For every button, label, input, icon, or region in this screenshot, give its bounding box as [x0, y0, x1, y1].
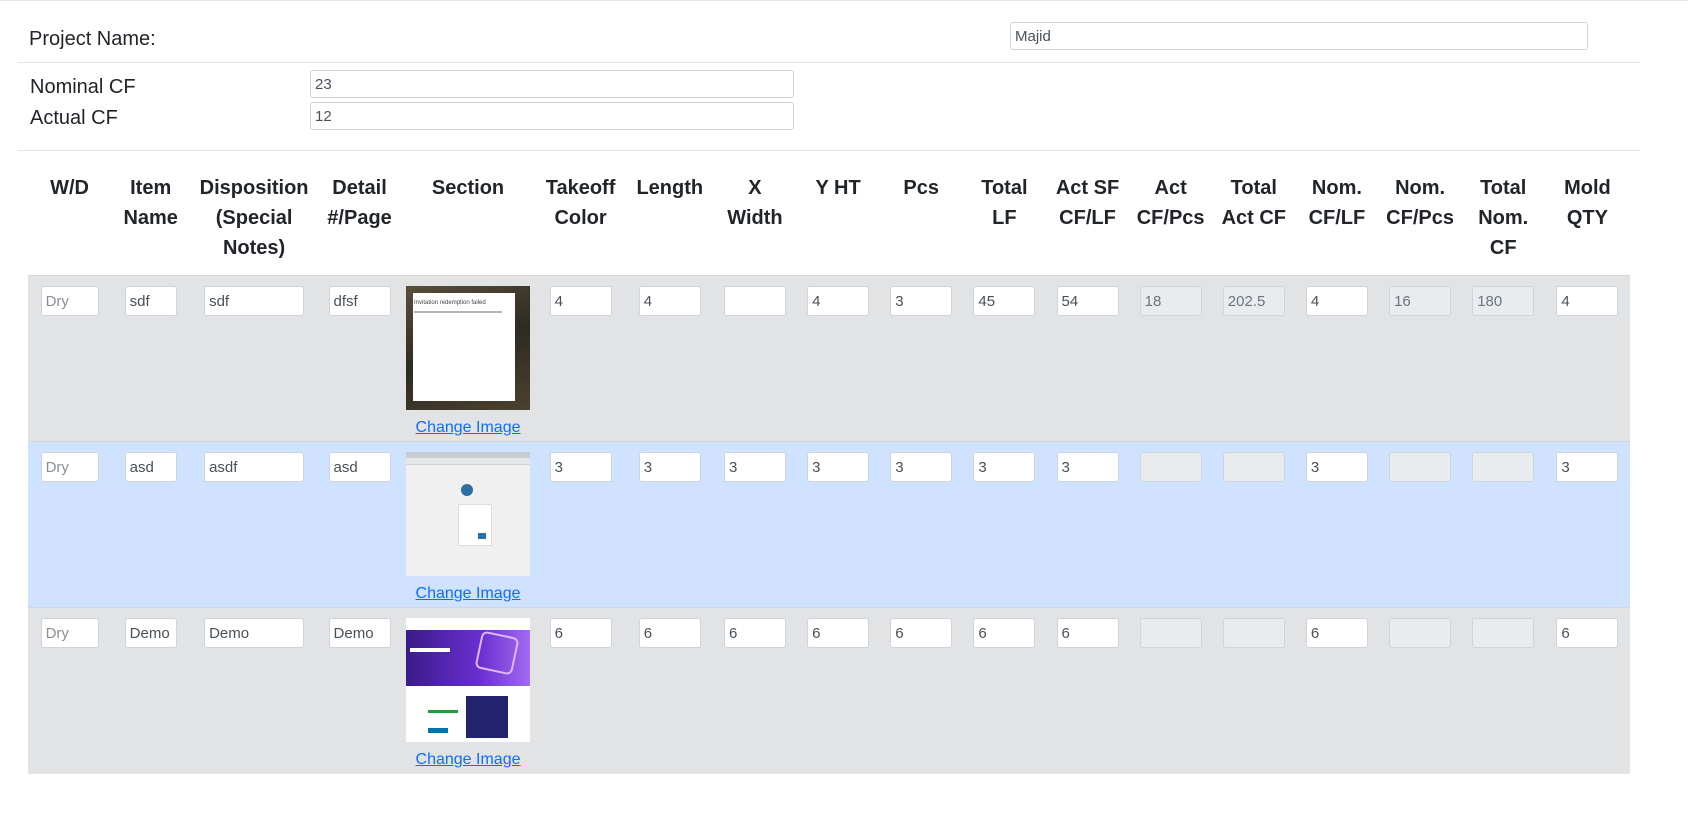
item-name-input[interactable]	[124, 618, 177, 648]
wd-input[interactable]	[40, 618, 99, 648]
actual-cf-input[interactable]	[310, 102, 794, 130]
y-ht-input[interactable]	[807, 286, 870, 316]
section-image	[406, 452, 531, 576]
header-disposition: Disposition (Special Notes)	[199, 177, 309, 259]
nominal-cf-label: Nominal CF	[30, 76, 136, 98]
header-total-lf: Total LF	[981, 177, 1028, 229]
y-ht-input[interactable]	[807, 452, 870, 482]
disposition-input[interactable]	[204, 618, 305, 648]
section-image: Invitation redemption failed	[406, 286, 531, 410]
act-cf-pcs-field	[1139, 452, 1202, 482]
header-act-cf-pcs: Act CF/Pcs	[1136, 177, 1205, 229]
header-item-name: Item Name	[123, 177, 178, 229]
section-image	[406, 618, 531, 742]
top-divider	[0, 0, 1688, 1]
y-ht-input[interactable]	[807, 618, 870, 648]
act-sf-cf-lf-input[interactable]	[1056, 286, 1119, 316]
total-nom-cf-field	[1472, 618, 1535, 648]
item-name-input[interactable]	[124, 286, 177, 316]
nom-cf-lf-input[interactable]	[1305, 452, 1368, 482]
header-wd: W/D	[50, 177, 90, 199]
change-image-link[interactable]: Change Image	[416, 419, 521, 437]
header-nom-cf-lf: Nom. CF/LF	[1308, 177, 1366, 229]
takeoff-table: W/D Item Name Disposition (Special Notes) D…	[28, 160, 1630, 774]
total-nom-cf-field	[1472, 452, 1535, 482]
header-y-ht: Y HT	[815, 177, 861, 199]
header-total-act-cf: Total Act CF	[1221, 177, 1287, 229]
disposition-input[interactable]	[204, 286, 305, 316]
header-takeoff-color: Takeoff Color	[545, 177, 616, 229]
takeoff-color-input[interactable]	[549, 286, 612, 316]
detail-page-input[interactable]	[328, 618, 391, 648]
header-act-sf-cf-lf: Act SF CF/LF	[1055, 177, 1120, 229]
total-lf-input[interactable]	[973, 618, 1036, 648]
nominal-cf-input[interactable]	[310, 70, 794, 98]
act-sf-cf-lf-input[interactable]	[1056, 452, 1119, 482]
pcs-input[interactable]	[890, 452, 953, 482]
table-row[interactable]: Change Image	[28, 441, 1630, 608]
mold-qty-input[interactable]	[1556, 618, 1619, 648]
x-width-input[interactable]	[723, 286, 786, 316]
total-act-cf-field	[1222, 286, 1285, 316]
project-name-label: Project Name:	[29, 28, 156, 50]
nom-cf-pcs-field	[1389, 618, 1452, 648]
total-lf-input[interactable]	[973, 286, 1036, 316]
length-input[interactable]	[638, 286, 701, 316]
total-act-cf-field	[1222, 618, 1285, 648]
length-input[interactable]	[638, 452, 701, 482]
nom-cf-pcs-field	[1389, 286, 1452, 316]
nom-cf-lf-input[interactable]	[1305, 618, 1368, 648]
change-image-link[interactable]: Change Image	[416, 751, 521, 769]
length-input[interactable]	[638, 618, 701, 648]
total-nom-cf-field	[1472, 286, 1535, 316]
header-x-width: X Width	[727, 177, 783, 229]
total-lf-input[interactable]	[973, 452, 1036, 482]
actual-cf-label: Actual CF	[30, 107, 118, 129]
header-nom-cf-pcs: Nom. CF/Pcs	[1386, 177, 1454, 229]
cf-section: Nominal CF Actual CF	[18, 70, 1640, 151]
header-length: Length	[636, 177, 704, 199]
mold-qty-input[interactable]	[1556, 286, 1619, 316]
item-name-input[interactable]	[124, 452, 177, 482]
table-header-row: W/D Item Name Disposition (Special Notes) D…	[28, 160, 1630, 276]
nom-cf-pcs-field	[1389, 452, 1452, 482]
project-name-input[interactable]	[1010, 22, 1588, 50]
wd-input[interactable]	[40, 286, 99, 316]
header-section: Section	[431, 177, 505, 199]
detail-page-input[interactable]	[328, 452, 391, 482]
header-detail-page: Detail #/Page	[327, 177, 392, 229]
header-mold-qty: Mold QTY	[1564, 177, 1611, 229]
pcs-input[interactable]	[890, 618, 953, 648]
mold-qty-input[interactable]	[1556, 452, 1619, 482]
x-width-input[interactable]	[723, 618, 786, 648]
wd-input[interactable]	[40, 452, 99, 482]
act-cf-pcs-field	[1139, 286, 1202, 316]
change-image-link[interactable]: Change Image	[416, 585, 521, 603]
detail-page-input[interactable]	[328, 286, 391, 316]
total-act-cf-field	[1222, 452, 1285, 482]
table-row[interactable]: Change Image	[28, 607, 1630, 774]
x-width-input[interactable]	[723, 452, 786, 482]
header-total-nom-cf: Total Nom. CF	[1478, 177, 1529, 259]
header-pcs: Pcs	[903, 177, 940, 199]
nom-cf-lf-input[interactable]	[1305, 286, 1368, 316]
table-row[interactable]: Invitation redemption failed Change Imag…	[28, 275, 1630, 442]
act-cf-pcs-field	[1139, 618, 1202, 648]
takeoff-color-input[interactable]	[549, 452, 612, 482]
act-sf-cf-lf-input[interactable]	[1056, 618, 1119, 648]
disposition-input[interactable]	[204, 452, 305, 482]
project-name-row: Project Name:	[18, 20, 1640, 63]
pcs-input[interactable]	[890, 286, 953, 316]
takeoff-color-input[interactable]	[549, 618, 612, 648]
